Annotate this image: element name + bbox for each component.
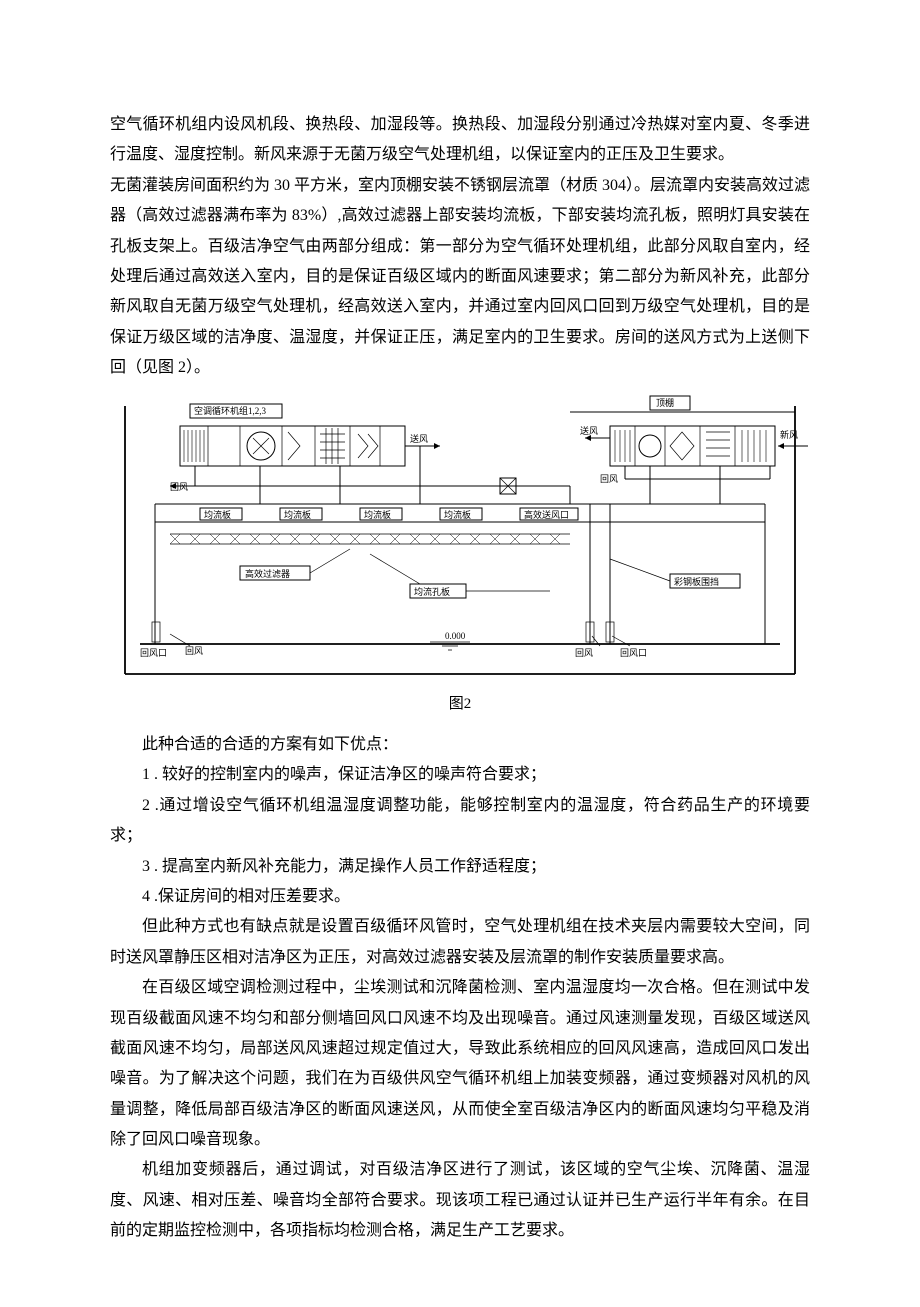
diagram-efficient-outlet: 高效送风口 [524,509,569,520]
paragraph-2: 无菌灌装房间面积约为 30 平方米，室内顶棚安装不锈钢层流罩（材质 304）。层… [110,171,810,384]
paragraph-1: 空气循环机组内设风机段、换热段、加湿段等。换热段、加湿段分别通过冷热媒对室内夏、… [110,110,810,171]
diagram-ground: 0.000 [445,631,466,641]
document-page: 空气循环机组内设风机段、换热段、加湿段等。换热段、加湿段分别通过冷热媒对室内夏、… [0,0,920,1307]
paragraph-5: 机组加变频器后，通过调试，对百级洁净区进行了测试，该区域的空气尘埃、沉降菌、温湿… [110,1155,810,1246]
diagram-return-outlet-l1: 回风口 [140,648,167,658]
advantage-2: 2 .通过增设空气循环机组温湿度调整功能，能够控制室内的温湿度，符合药品生产的环… [110,791,810,852]
diagram-return-right: 回风 [600,474,618,484]
balance-board-group: 均流板 均流板 均流板 均流板 高效送风口 [200,508,578,520]
svg-text:均流板: 均流板 [444,509,471,520]
diagram-hepa: 高效过滤器 [245,568,290,579]
advantages-intro: 此种合适的合适的方案有如下优点： [110,730,810,760]
svg-text:均流板: 均流板 [204,509,231,520]
figure-caption: 图2 [110,690,810,719]
diagram-return-l2: 回风 [185,646,203,656]
figure-2: .ln { stroke:#000; stroke-width:1; fill:… [110,394,810,719]
diagram-roof-label: 顶棚 [656,397,674,408]
diagram-supply-left: 送风 [410,433,428,444]
hvac-diagram: .ln { stroke:#000; stroke-width:1; fill:… [110,394,810,684]
advantage-3: 3 . 提高室内新风补充能力，满足操作人员工作舒适程度； [110,852,810,882]
diagram-supply-right: 送风 [580,425,598,436]
paragraph-3: 但此种方式也有缺点就是设置百级循环风管时，空气处理机组在技术夹层内需要较大空间，… [110,912,810,973]
diagram-color-enclosure: 彩钢板围挡 [674,576,719,587]
diagram-orifice-plate: 均流孔板 [414,586,450,597]
diagram-return-r1: 回风 [575,648,593,658]
diagram-unit-label: 空调循环机组1,2,3 [194,405,267,416]
advantage-1: 1 . 较好的控制室内的噪声，保证洁净区的噪声符合要求； [110,760,810,790]
diagram-new-air: 新风 [780,429,798,440]
svg-text:均流板: 均流板 [284,509,311,520]
paragraph-4: 在百级区域空调检测过程中，尘埃测试和沉降菌检测、室内温湿度均一次合格。但在测试中… [110,973,810,1155]
svg-text:均流板: 均流板 [364,509,391,520]
diagram-return-outlet-r2: 回风口 [620,648,647,658]
advantage-4: 4 .保证房间的相对压差要求。 [110,882,810,912]
